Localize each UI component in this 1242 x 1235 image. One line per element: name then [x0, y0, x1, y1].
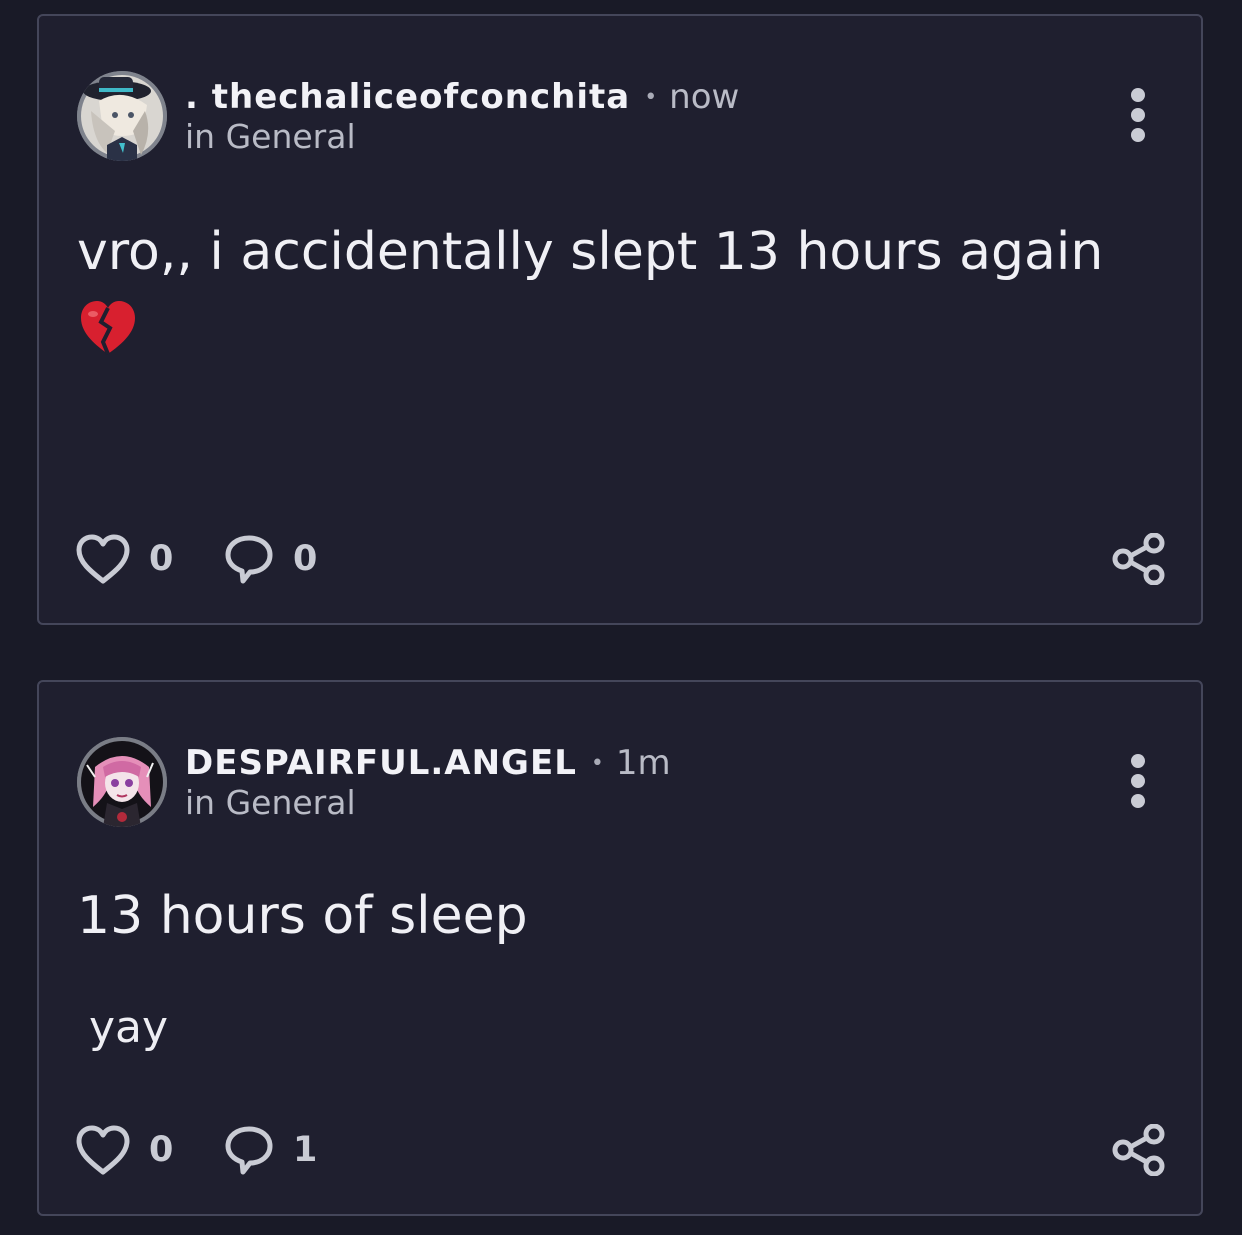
author-avatar[interactable] — [77, 71, 167, 161]
post-card[interactable]: . thechaliceofconchita • now in General vr… — [37, 14, 1203, 625]
comment-count: 0 — [293, 539, 318, 579]
speech-bubble-icon — [225, 535, 273, 584]
broken-heart-emoji — [77, 296, 139, 358]
author-line: . thechaliceofconchita • now — [185, 76, 739, 119]
author-username[interactable]: DESPAIRFUL.ANGEL — [185, 743, 577, 783]
post-timestamp: now — [669, 77, 740, 117]
heart-outline-icon — [76, 534, 130, 584]
post-card[interactable]: DESPAIRFUL.ANGEL • 1m in General 13 hours … — [37, 680, 1203, 1216]
post-body-text: 13 hours of sleep — [77, 886, 528, 946]
author-line: DESPAIRFUL.ANGEL • 1m — [185, 742, 671, 785]
share-button[interactable] — [1111, 1122, 1167, 1178]
action-bar: 0 1 — [75, 1122, 1167, 1178]
comment-button[interactable]: 1 — [223, 1122, 317, 1178]
separator-dot: • — [590, 751, 604, 776]
share-button[interactable] — [1111, 531, 1167, 587]
post-extra-text: yay — [89, 1002, 169, 1053]
share-icon — [1112, 533, 1165, 585]
speech-bubble-icon — [225, 1126, 273, 1175]
post-body-text: vro,, i accidentally slept 13 hours agai… — [77, 222, 1104, 282]
comment-count: 1 — [293, 1130, 318, 1170]
action-bar: 0 0 — [75, 531, 1167, 587]
kebab-menu-icon[interactable] — [1123, 752, 1153, 812]
author-avatar[interactable] — [77, 737, 167, 827]
like-button[interactable]: 0 — [75, 531, 173, 587]
like-count: 0 — [149, 539, 174, 579]
post-timestamp: 1m — [615, 743, 671, 783]
comment-button[interactable]: 0 — [223, 531, 317, 587]
separator-dot: • — [644, 85, 658, 110]
heart-outline-icon — [76, 1125, 130, 1175]
share-icon — [1112, 1124, 1165, 1176]
like-count: 0 — [149, 1130, 174, 1170]
like-button[interactable]: 0 — [75, 1122, 173, 1178]
post-channel[interactable]: in General — [185, 783, 356, 823]
author-username[interactable]: . thechaliceofconchita — [185, 77, 630, 117]
post-channel[interactable]: in General — [185, 117, 356, 157]
kebab-menu-icon[interactable] — [1123, 86, 1153, 146]
